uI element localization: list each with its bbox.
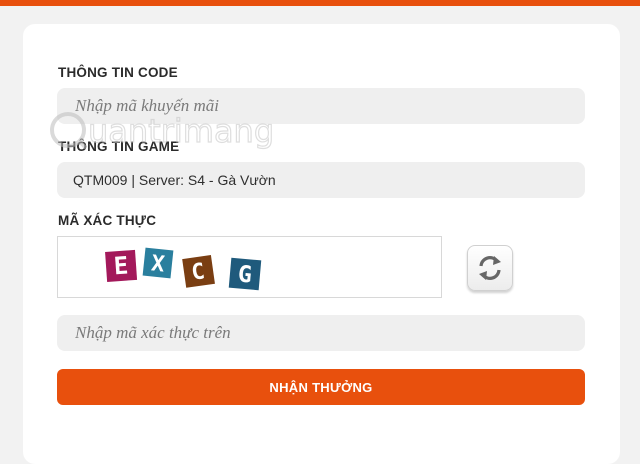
captcha-letter-4: G [228, 257, 262, 291]
captcha-letter-2: X [142, 247, 174, 279]
game-section-label: THÔNG TIN GAME [58, 139, 180, 154]
captcha-image: E X C G [57, 236, 442, 298]
captcha-input[interactable] [73, 314, 569, 352]
game-info-value: QTM009 | Server: S4 - Gà Vườn [73, 172, 276, 188]
promo-code-input[interactable] [73, 87, 569, 125]
top-accent-bar [0, 0, 640, 6]
captcha-letter-1: E [105, 249, 138, 282]
redeem-button[interactable]: NHẬN THƯỞNG [57, 369, 585, 405]
captcha-letter-text: G [237, 261, 253, 288]
promo-code-field-wrapper [57, 87, 585, 125]
redeem-form-card: THÔNG TIN CODE THÔNG TIN GAME QTM009 | S… [23, 24, 620, 464]
captcha-field-wrapper [57, 314, 585, 352]
refresh-icon [479, 256, 501, 280]
captcha-section-label: MÃ XÁC THỰC [58, 213, 157, 228]
captcha-letter-text: X [150, 251, 166, 277]
captcha-refresh-button[interactable] [467, 245, 513, 291]
captcha-letter-3: C [182, 255, 215, 288]
code-section-label: THÔNG TIN CODE [58, 65, 178, 80]
captcha-letter-text: E [113, 251, 129, 280]
game-info-field: QTM009 | Server: S4 - Gà Vườn [57, 162, 585, 198]
